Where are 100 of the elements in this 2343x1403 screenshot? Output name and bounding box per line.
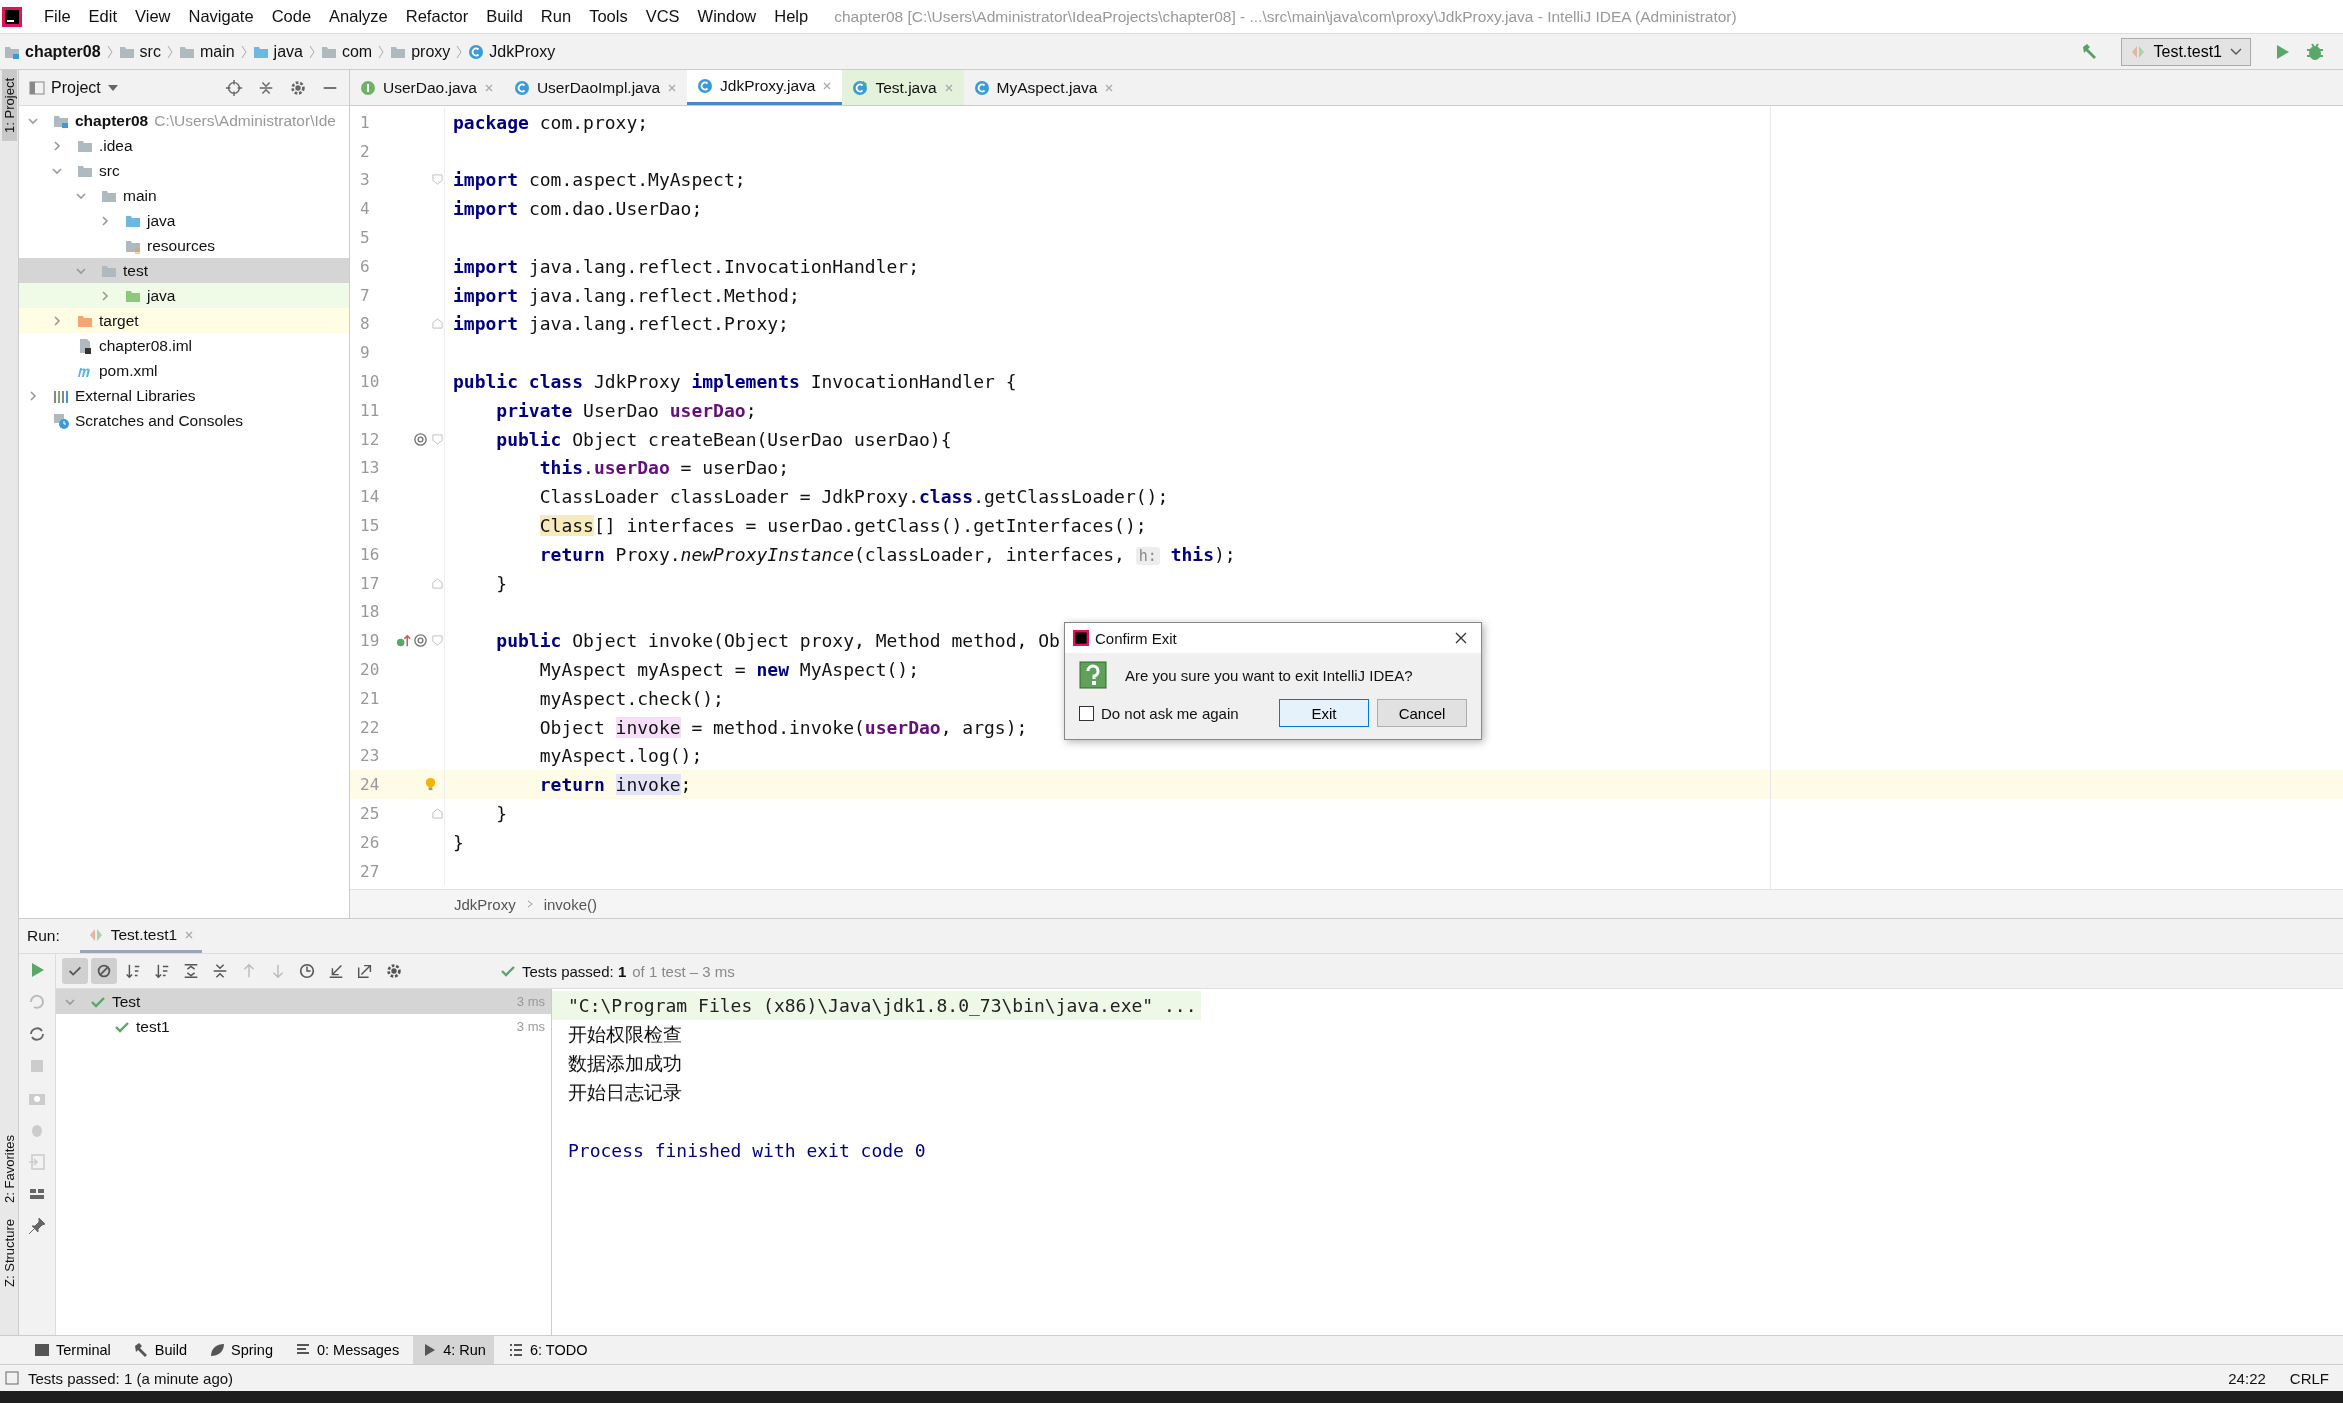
- breadcrumb-item[interactable]: com: [341, 42, 373, 61]
- editor-tab[interactable]: Test.java: [842, 70, 964, 105]
- menu-item[interactable]: View: [127, 7, 179, 26]
- menu-item[interactable]: Edit: [80, 7, 126, 26]
- console-line: Process finished with exit code 0: [567, 1139, 927, 1163]
- line-number: 7: [359, 285, 371, 305]
- tool-window-button[interactable]: Build: [124, 1336, 196, 1364]
- question-icon: [1079, 661, 1107, 689]
- code-line: return Proxy.newProxyInstance(classLoader, interfaces, h: this);: [538, 543, 1236, 565]
- editor-tab[interactable]: UserDaoImpl.java: [503, 70, 688, 105]
- code-line: import java.lang.reflect.Proxy;: [453, 313, 789, 335]
- tree-item[interactable]: chapter08.iml: [19, 333, 349, 358]
- editor-tab[interactable]: JdkProxy.java: [687, 70, 843, 105]
- caret-position[interactable]: 24:22: [2220, 1369, 2274, 1387]
- code-line: return invoke;: [538, 774, 692, 796]
- tool-window-tab[interactable]: 1: Project: [1, 70, 17, 141]
- editor-tab[interactable]: UserDao.java: [350, 70, 504, 105]
- line-separator[interactable]: CRLF: [2281, 1369, 2337, 1387]
- tree-item[interactable]: src: [19, 158, 349, 183]
- close-icon[interactable]: [1455, 632, 1467, 644]
- breadcrumb-item[interactable]: main: [199, 42, 235, 61]
- checkbox[interactable]: [1079, 705, 1094, 721]
- code-line: package com.proxy;: [453, 111, 649, 133]
- code-line: private UserDao userDao;: [495, 399, 757, 421]
- tree-item[interactable]: External Libraries: [19, 383, 349, 408]
- fold-marker-icon[interactable]: [432, 635, 443, 647]
- fold-marker-icon[interactable]: [432, 174, 443, 186]
- tree-item[interactable]: chapter08 C:\Users\Administrator\Ide: [19, 108, 349, 133]
- test-status-detail: of 1 test – 3 ms: [632, 962, 735, 980]
- test-tree-item[interactable]: test1 3 ms: [56, 1014, 551, 1039]
- breadcrumb-item[interactable]: java: [273, 42, 303, 61]
- implements-icon[interactable]: [396, 633, 411, 649]
- code-line: import com.aspect.MyAspect;: [453, 169, 746, 191]
- show-passed-icon[interactable]: [62, 958, 88, 984]
- menu-item[interactable]: Analyze: [321, 7, 396, 26]
- tree-item[interactable]: java: [19, 208, 349, 233]
- class-icon: [697, 78, 714, 94]
- chevron-icon: [377, 43, 386, 60]
- menu-item[interactable]: Run: [532, 7, 580, 26]
- dialog-message: Are you sure you want to exit IntelliJ IDEA?: [1125, 666, 1413, 684]
- breadcrumb-item[interactable]: JdkProxy: [489, 42, 556, 61]
- app-logo-icon: [1073, 630, 1089, 646]
- tool-window-button[interactable]: 6: TODO: [499, 1336, 596, 1364]
- menu-item[interactable]: Refactor: [397, 7, 477, 26]
- line-number: 10: [359, 372, 381, 392]
- fold-marker-icon[interactable]: [432, 577, 443, 589]
- do-not-ask-checkbox[interactable]: Do not ask me again: [1079, 704, 1239, 722]
- cancel-button[interactable]: Cancel: [1377, 699, 1467, 727]
- tool-window-tab[interactable]: Z: Structure: [1, 1211, 17, 1295]
- caret-icon: [106, 83, 119, 92]
- annotation-icon[interactable]: [413, 431, 428, 447]
- code-line: MyAspect myAspect = new MyAspect();: [538, 659, 920, 681]
- menu-item[interactable]: Tools: [581, 7, 636, 26]
- show-ignored-icon[interactable]: [91, 958, 117, 984]
- tree-item[interactable]: main: [19, 183, 349, 208]
- tool-window-button[interactable]: Spring: [201, 1336, 281, 1364]
- menu-item[interactable]: VCS: [637, 7, 688, 26]
- fold-marker-icon[interactable]: [432, 433, 443, 445]
- line-number: 21: [359, 688, 381, 708]
- panel-icon: [29, 79, 45, 96]
- line-number: 16: [359, 544, 381, 564]
- tool-window-button[interactable]: Terminal: [26, 1336, 119, 1364]
- line-number: 14: [359, 487, 381, 507]
- breadcrumb-item[interactable]: proxy: [411, 42, 451, 61]
- line-number: 25: [359, 804, 381, 823]
- menu-item[interactable]: Help: [766, 7, 817, 26]
- test-tree-item[interactable]: Test 3 ms: [56, 989, 551, 1014]
- menu-item[interactable]: Build: [478, 7, 531, 26]
- breadcrumb-item[interactable]: invoke(): [543, 895, 598, 913]
- tree-item[interactable]: test: [19, 258, 349, 283]
- annotation-icon[interactable]: [413, 633, 428, 649]
- menu-item[interactable]: Code: [263, 7, 320, 26]
- run-configuration-dropdown[interactable]: Test.test1: [2120, 37, 2251, 66]
- fold-marker-icon[interactable]: [432, 808, 443, 819]
- tool-window-button[interactable]: 0: Messages: [286, 1336, 408, 1364]
- menu-item[interactable]: Window: [689, 7, 765, 26]
- line-number: 19: [359, 631, 381, 651]
- panel-title[interactable]: Project: [51, 78, 101, 97]
- breadcrumb-item[interactable]: src: [139, 42, 161, 61]
- fold-marker-icon[interactable]: [432, 318, 443, 330]
- lightbulb-icon[interactable]: [423, 777, 438, 793]
- menu-item[interactable]: Navigate: [180, 7, 262, 26]
- tree-item[interactable]: Scratches and Consoles: [19, 408, 349, 433]
- tree-item[interactable]: resources: [19, 233, 349, 258]
- tree-item[interactable]: java: [19, 283, 349, 308]
- tool-window-button[interactable]: 4: Run: [413, 1336, 494, 1364]
- code-line: Object invoke = method.invoke(userDao, args);: [538, 716, 1028, 738]
- editor-tab[interactable]: MyAspect.java: [963, 70, 1125, 105]
- breadcrumb-item[interactable]: JdkProxy: [454, 895, 516, 913]
- line-number: 24: [359, 775, 381, 795]
- tree-item[interactable]: pom.xml: [19, 358, 349, 383]
- breadcrumb-item[interactable]: chapter08: [25, 42, 101, 61]
- panel-toggle-icon[interactable]: [4, 1370, 20, 1386]
- tree-item[interactable]: target: [19, 308, 349, 333]
- menu-item[interactable]: File: [36, 7, 79, 26]
- tool-window-tab[interactable]: 2: Favorites: [1, 1127, 17, 1212]
- tree-item[interactable]: .idea: [19, 133, 349, 158]
- code-line: public Object invoke(Object proxy, Method method, Ob: [495, 630, 1060, 652]
- exit-button[interactable]: Exit: [1279, 699, 1369, 727]
- code-line: }: [495, 803, 508, 824]
